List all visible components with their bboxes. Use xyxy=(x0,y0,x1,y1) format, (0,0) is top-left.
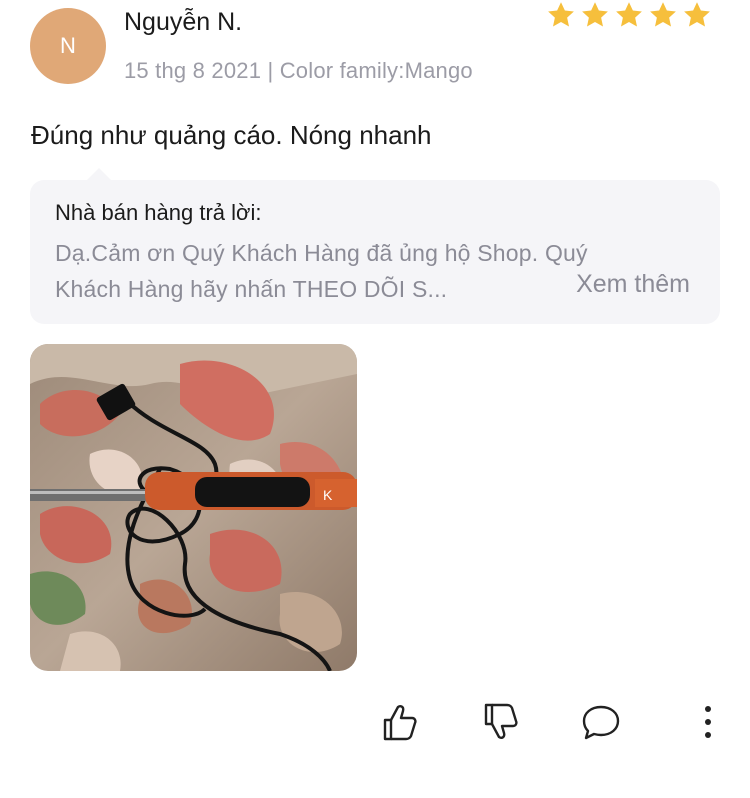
dislike-button[interactable] xyxy=(478,700,522,744)
avatar-initial: N xyxy=(60,33,76,58)
star-rating xyxy=(546,0,712,30)
review-photo-soldering-iron: K xyxy=(30,344,357,671)
variant-value: Mango xyxy=(404,58,473,83)
reply-text-line-1: Dạ.Cảm ơn Quý Khách Hàng đã ủng hộ Shop.… xyxy=(55,240,588,266)
speech-bubble-icon xyxy=(582,705,620,740)
seller-reply: Nhà bán hàng trả lời: Dạ.Cảm ơn Quý Khác… xyxy=(30,168,720,324)
review-card: N Nguyễn N. 15 thg 8 2021 | Color family… xyxy=(0,0,750,798)
review-text: Đúng như quảng cáo. Nóng nhanh xyxy=(31,120,432,150)
reply-text-line-2: Khách Hàng hãy nhấn THEO DÕI S... xyxy=(55,276,448,302)
comment-button[interactable] xyxy=(579,700,623,744)
review-photo[interactable]: K xyxy=(30,344,357,671)
review-actions xyxy=(0,700,750,750)
star-icon xyxy=(650,2,676,27)
like-button[interactable] xyxy=(377,700,421,744)
reply-title: Nhà bán hàng trả lời: xyxy=(55,200,262,225)
avatar: N xyxy=(30,8,106,84)
star-icon xyxy=(684,2,710,27)
meta-separator: | xyxy=(267,58,274,83)
thumbs-down-icon xyxy=(484,703,518,739)
star-icon xyxy=(582,2,608,27)
vertical-ellipsis-icon xyxy=(705,706,711,738)
see-more-link[interactable]: Xem thêm xyxy=(576,270,690,299)
review-meta: 15 thg 8 2021 | Color family:Mango xyxy=(124,58,473,84)
review-date: 15 thg 8 2021 xyxy=(124,58,262,83)
reviewer-name: Nguyễn N. xyxy=(124,8,243,36)
variant-label: Color family: xyxy=(279,58,405,83)
star-icon xyxy=(548,2,574,27)
reply-pointer xyxy=(86,168,112,181)
more-options-button[interactable] xyxy=(686,700,730,744)
svg-text:K: K xyxy=(323,487,333,503)
thumbs-up-icon xyxy=(383,705,417,741)
star-icon xyxy=(616,2,642,27)
